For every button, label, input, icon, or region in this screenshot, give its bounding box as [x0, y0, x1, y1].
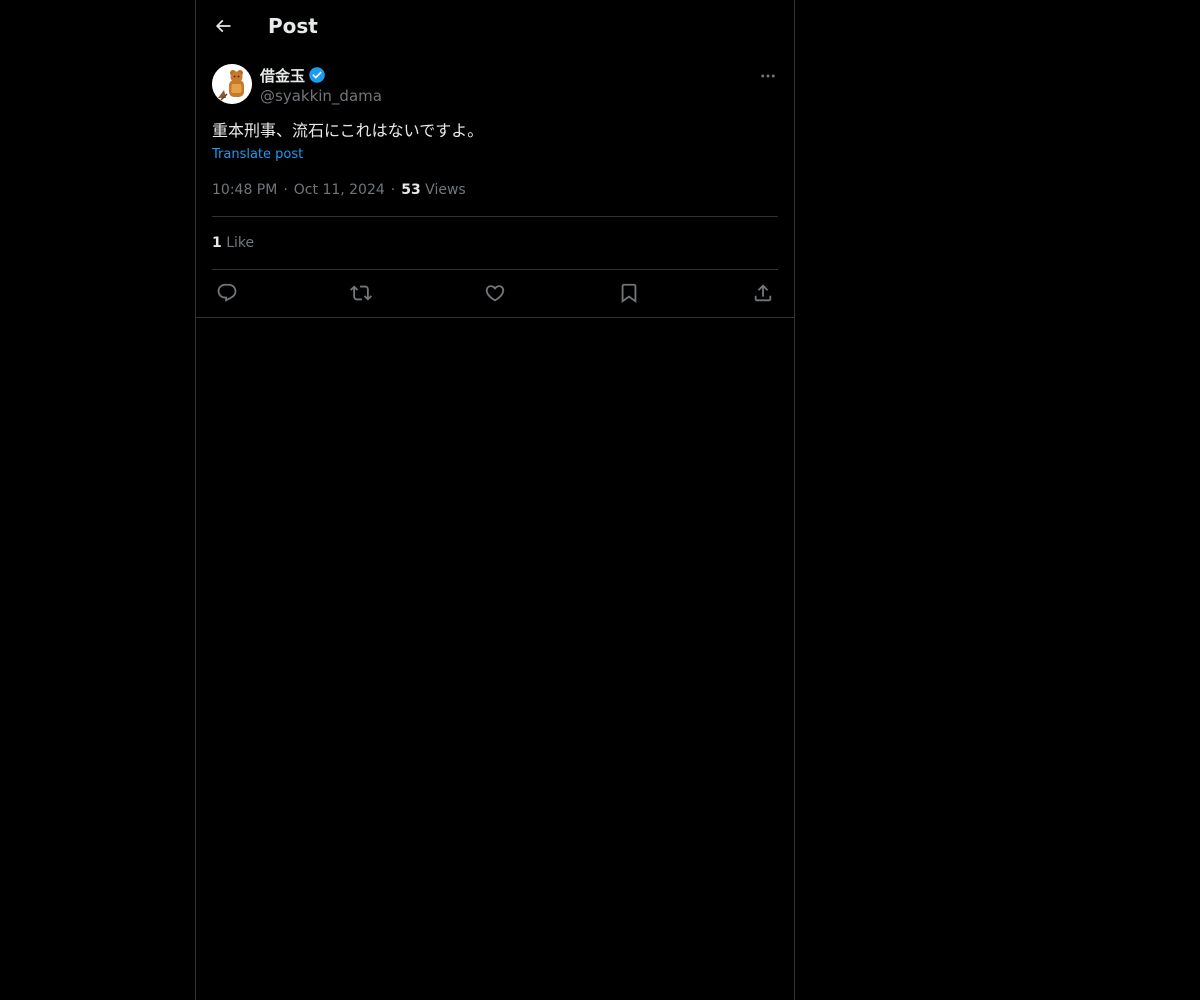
share-button[interactable] — [748, 280, 778, 306]
action-bar — [212, 280, 778, 306]
meta-separator: · — [283, 182, 288, 198]
page-title: Post — [268, 14, 318, 38]
like-button[interactable] — [480, 280, 510, 306]
views-count: 53 — [401, 182, 421, 198]
author-name-row: 借金玉 — [260, 65, 326, 85]
post-bottom-border — [196, 317, 794, 318]
author-display-name[interactable]: 借金玉 — [260, 65, 305, 86]
repost-icon — [350, 285, 372, 301]
reply-icon — [217, 283, 237, 302]
arrow-left-icon — [215, 19, 231, 33]
divider — [212, 216, 778, 217]
likes-count: 1 — [212, 235, 222, 251]
avatar[interactable] — [212, 64, 252, 104]
reply-button[interactable] — [212, 280, 242, 306]
likes-summary[interactable]: 1 Like — [212, 233, 254, 253]
divider — [212, 269, 778, 270]
translate-post-link[interactable]: Translate post — [212, 146, 303, 164]
bookmark-button[interactable] — [614, 280, 644, 306]
top-bar: Post — [196, 0, 794, 53]
views-label: Views — [425, 182, 466, 198]
meta-separator: · — [390, 182, 396, 198]
verified-badge-icon[interactable] — [308, 66, 326, 84]
share-icon — [754, 284, 772, 302]
post-date[interactable]: Oct 11, 2024 — [294, 182, 385, 198]
heart-icon — [485, 285, 505, 302]
post-text: 重本刑事、流石にこれはないですよ。 — [212, 121, 484, 140]
likes-label: Like — [226, 235, 255, 251]
primary-column: Post 借金玉 @syakkin_dama 重本刑事、流石にこれはないですよ。… — [195, 0, 795, 1000]
post-meta: 10:48 PM · Oct 11, 2024 · 53 Views — [212, 180, 466, 200]
author-handle[interactable]: @syakkin_dama — [260, 86, 382, 106]
avatar-bear-image — [212, 64, 252, 104]
back-button[interactable] — [208, 11, 238, 41]
more-horizontal-icon — [761, 74, 775, 78]
repost-button[interactable] — [346, 280, 376, 306]
bookmark-icon — [621, 283, 637, 304]
more-button[interactable] — [758, 66, 778, 86]
post-time[interactable]: 10:48 PM — [212, 182, 277, 198]
